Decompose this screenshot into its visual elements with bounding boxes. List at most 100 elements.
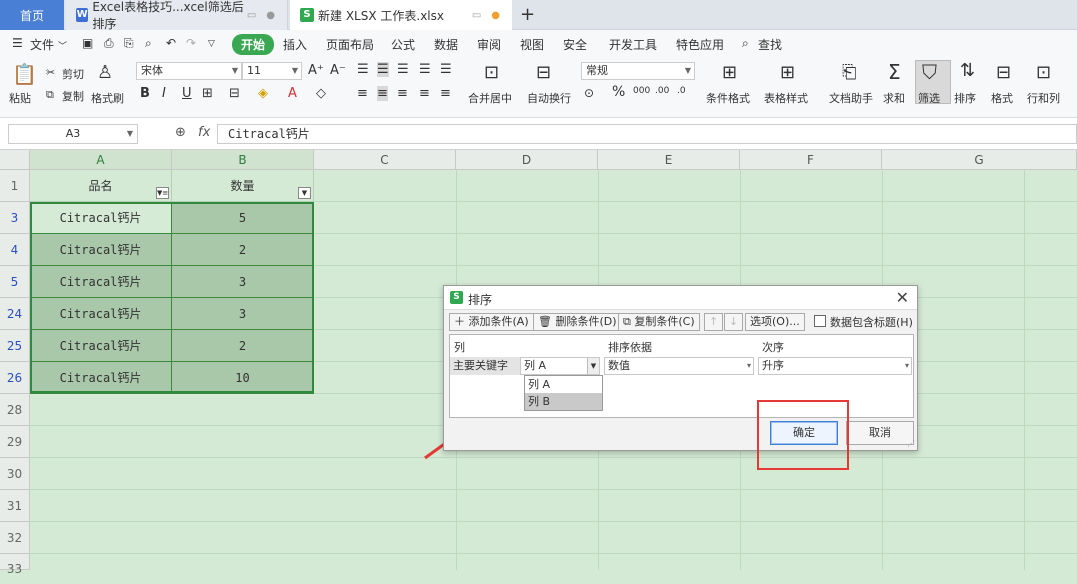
search-icon[interactable]: ⌕ [742, 36, 749, 51]
monitor-icon[interactable]: ▭ [247, 10, 256, 21]
indent-increase-icon[interactable]: ☰ [440, 62, 452, 77]
row-header[interactable]: 25 [0, 330, 30, 362]
table-cell[interactable]: Citracal钙片 [30, 330, 172, 362]
table-cell[interactable]: 10 [172, 362, 314, 394]
table-cell[interactable]: Citracal钙片 [30, 266, 172, 298]
table-style-button[interactable]: 表格样式 [764, 90, 808, 106]
copy-button[interactable]: 复制 [62, 88, 84, 104]
add-tab-button[interactable]: + [520, 4, 535, 25]
filter-icon[interactable]: ⛉ [922, 60, 937, 84]
row-header[interactable]: 33 [0, 554, 30, 576]
format-painter-icon[interactable]: ♙ [97, 62, 113, 83]
menu-view[interactable]: 视图 [520, 36, 544, 53]
col-header-f[interactable]: F [740, 150, 882, 170]
table-cell[interactable]: Citracal钙片 [30, 362, 172, 394]
decrease-decimal-icon[interactable]: .0 [677, 86, 686, 96]
header-cell-name[interactable]: 品名 ▼≡ [30, 170, 172, 202]
underline-icon[interactable]: U [182, 86, 192, 101]
fill-color-icon[interactable]: ◈ [258, 86, 268, 101]
add-condition-button[interactable]: ＋ 添加条件(A) [449, 313, 534, 331]
merge-icon[interactable]: ⊡ [484, 62, 499, 83]
filter-button[interactable]: 筛选 [918, 90, 940, 106]
menu-special[interactable]: 特色应用 [676, 36, 724, 53]
menu-security[interactable]: 安全 [563, 36, 587, 53]
filter-active-icon[interactable]: ▼≡ [156, 187, 169, 199]
table-cell[interactable]: 2 [172, 330, 314, 362]
sum-icon[interactable]: Σ [888, 60, 901, 84]
menu-insert[interactable]: 插入 [283, 36, 307, 53]
indent-decrease-icon[interactable]: ☰ [419, 62, 431, 77]
row-header[interactable]: 28 [0, 394, 30, 426]
customize-icon[interactable]: ▽ [208, 39, 215, 49]
table-cell[interactable]: 3 [172, 266, 314, 298]
print-icon[interactable]: ⎘ [124, 36, 134, 51]
chevron-down-icon[interactable]: ﹀ [58, 39, 67, 52]
table-style-icon[interactable]: ⊞ [780, 62, 795, 83]
formula-input[interactable]: Citracal钙片 [217, 124, 1077, 144]
table-cell[interactable]: 2 [172, 234, 314, 266]
doc-helper-button[interactable]: 文档助手 [829, 90, 873, 106]
menu-formula[interactable]: 公式 [391, 36, 415, 53]
align-bottom-icon[interactable]: ☰ [397, 62, 409, 77]
row-header[interactable]: 32 [0, 522, 30, 554]
save-icon[interactable]: ▣ [82, 36, 93, 50]
row-header[interactable]: 3 [0, 202, 30, 234]
increase-decimal-icon[interactable]: .00 [655, 86, 669, 96]
move-up-button[interactable]: ↑ [704, 313, 724, 331]
currency-icon[interactable]: ⊙ [584, 86, 594, 100]
col-header-a[interactable]: A [30, 150, 172, 170]
sort-on-select[interactable]: 数值 ▾ [604, 357, 754, 375]
close-icon[interactable]: ✕ [896, 288, 909, 307]
has-header-checkbox[interactable] [814, 315, 826, 327]
table-cell[interactable]: 5 [172, 202, 314, 234]
menu-review[interactable]: 审阅 [477, 36, 501, 53]
cancel-button[interactable]: 取消 [846, 421, 914, 445]
hamburger-icon[interactable]: ☰ [12, 36, 23, 50]
cut-icon[interactable]: ✂ [46, 66, 55, 79]
column-select[interactable]: 列 A ▼ [520, 357, 600, 375]
wrap-icon[interactable]: ⊟ [536, 62, 551, 83]
paste-icon[interactable]: 📋 [12, 62, 37, 86]
row-header[interactable]: 4 [0, 234, 30, 266]
move-down-button[interactable]: ↓ [724, 313, 744, 331]
col-header-b[interactable]: B [172, 150, 314, 170]
menu-file[interactable]: 文件 [30, 36, 54, 53]
table-cell[interactable]: Citracal钙片 [30, 298, 172, 330]
dropdown-option-col-b[interactable]: 列 B [525, 393, 602, 410]
font-size-select[interactable]: 11 ▼ [242, 62, 302, 80]
table-cell[interactable]: Citracal钙片 [30, 234, 172, 266]
select-all-corner[interactable] [0, 150, 30, 170]
header-cell-qty[interactable]: 数量 ▼ [172, 170, 314, 202]
chevron-down-icon[interactable]: ▼ [587, 358, 599, 374]
thousands-icon[interactable]: 000 [633, 86, 650, 96]
zoom-icon[interactable]: ⊕ [175, 125, 186, 140]
row-header[interactable]: 26 [0, 362, 30, 394]
row-header[interactable]: 1 [0, 170, 30, 202]
redo-icon[interactable]: ↷ [186, 36, 196, 50]
sort-button[interactable]: 排序 [954, 90, 976, 106]
table-cell[interactable]: 3 [172, 298, 314, 330]
copy-condition-button[interactable]: ⧉ 复制条件(C) [618, 313, 700, 331]
font-color-icon[interactable]: A [288, 86, 297, 101]
name-box[interactable]: A3 ▼ [8, 124, 138, 144]
col-header-c[interactable]: C [314, 150, 456, 170]
align-right-icon[interactable]: ≡ [397, 86, 408, 101]
row-col-icon[interactable]: ⊡ [1036, 62, 1051, 83]
percent-icon[interactable]: % [612, 84, 625, 100]
sum-button[interactable]: 求和 [883, 90, 905, 106]
menu-page-layout[interactable]: 页面布局 [326, 36, 374, 53]
resize-grip-icon[interactable]: ⋰ [907, 439, 915, 448]
monitor-icon[interactable]: ▭ [472, 10, 481, 21]
format-button[interactable]: 格式 [991, 90, 1013, 106]
decrease-font-icon[interactable]: A⁻ [330, 63, 346, 78]
tab-doc2[interactable]: S 新建 XLSX 工作表.xlsx ▭ ● [290, 0, 512, 30]
col-header-g[interactable]: G [882, 150, 1077, 170]
align-top-icon[interactable]: ☰ [357, 62, 369, 77]
row-col-button[interactable]: 行和列 [1027, 90, 1060, 106]
sort-icon[interactable]: ⇅ [960, 60, 975, 81]
col-header-d[interactable]: D [456, 150, 598, 170]
wrap-text-button[interactable]: 自动换行 [527, 90, 571, 106]
options-button[interactable]: 选项(O)... [745, 313, 805, 331]
font-name-select[interactable]: 宋体 ▼ [136, 62, 242, 80]
italic-icon[interactable]: I [162, 86, 166, 101]
